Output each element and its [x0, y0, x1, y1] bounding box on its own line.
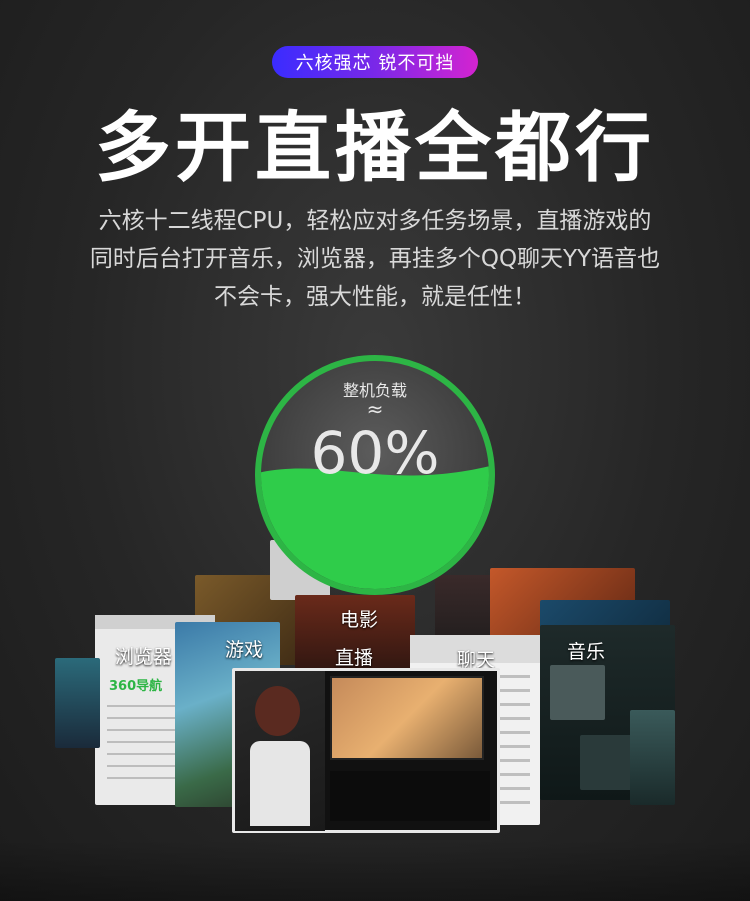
browser-label: 浏览器	[115, 646, 173, 668]
load-gauge: 整机负载 ≈ 60%	[255, 355, 495, 595]
live-label: 直播	[335, 647, 374, 669]
description: 六核十二线程CPU，轻松应对多任务场景，直播游戏的 同时后台打开音乐，浏览器，再…	[45, 202, 705, 316]
gauge-approx: ≈	[366, 397, 384, 421]
description-line: 同时后台打开音乐，浏览器，再挂多个QQ聊天YY语音也	[89, 246, 661, 272]
movie-label: 电影	[340, 609, 379, 631]
feature-badge: 六核强芯 锐不可挡	[272, 46, 478, 78]
side-window	[630, 710, 675, 805]
headline: 多开直播全都行	[95, 103, 655, 192]
feature-badge-text: 六核强芯 锐不可挡	[295, 53, 455, 74]
side-window	[55, 658, 100, 748]
game-label: 游戏	[225, 639, 264, 661]
description-line: 不会卡，强大性能，就是任性！	[214, 284, 536, 310]
music-label: 音乐	[567, 641, 606, 663]
browser-brand: 360导航	[109, 679, 163, 694]
description-line: 六核十二线程CPU，轻松应对多任务场景，直播游戏的	[98, 208, 652, 234]
live-stream-window	[232, 668, 500, 833]
floor-shadow	[0, 840, 750, 901]
gauge-value: 60%	[310, 419, 440, 487]
